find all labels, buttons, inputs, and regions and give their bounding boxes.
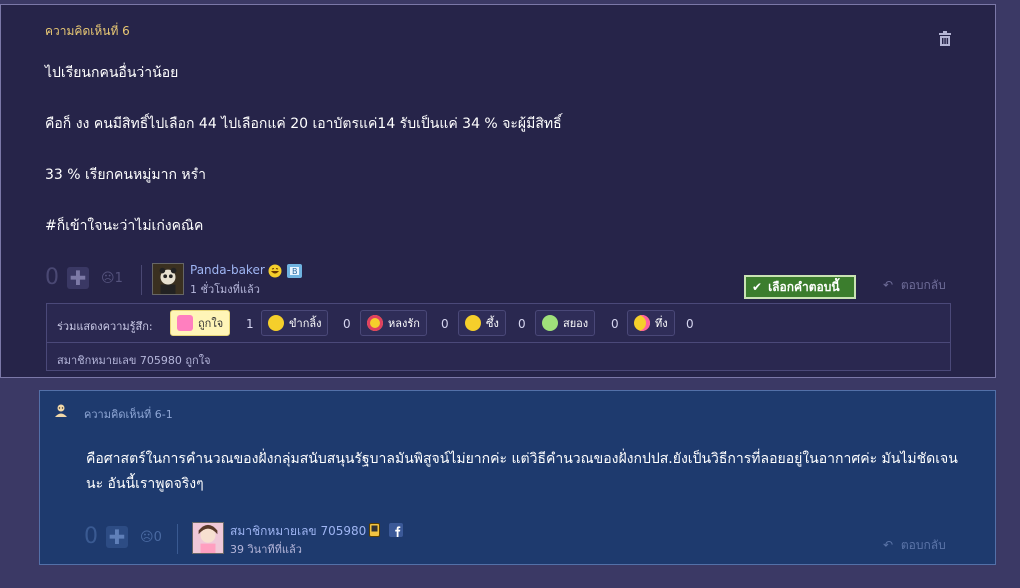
phone-badge-icon — [369, 523, 380, 537]
choose-answer-label: เลือกคำตอบนี้ — [768, 279, 840, 294]
comment-6-1: ความคิดเห็นที่ 6-1 คือศาสตร์ในการคำนวณขอ… — [39, 390, 996, 565]
feeling-count: 0 — [611, 317, 619, 331]
laugh-icon — [268, 315, 284, 331]
choose-answer-button[interactable]: ✔ เลือกคำตอบนี้ — [744, 275, 856, 299]
feeling-love-button[interactable]: หลงรัก — [360, 310, 427, 336]
feelings-box: ร่วมแสดงความรู้สึก: ถูกใจ 1 ขำกลิ้ง 0 หล… — [46, 303, 951, 371]
reply-label: ตอบกลับ — [900, 278, 946, 292]
username-link[interactable]: Panda-baker — [190, 263, 265, 277]
divider — [177, 524, 178, 554]
sad-face-icon: ☹ — [140, 530, 154, 545]
feeling-count: 0 — [441, 317, 449, 331]
trash-icon[interactable] — [938, 31, 952, 47]
laughing-emoji-icon — [268, 264, 282, 278]
feeling-count: 0 — [343, 317, 351, 331]
comment-line: 33 % เรียกคนหมู่มาก หรํา — [45, 167, 207, 183]
feeling-count: 0 — [686, 317, 694, 331]
vote-count: 0 — [84, 524, 98, 549]
vote-count: 0 — [45, 265, 59, 290]
feeling-wow-button[interactable]: ทึ่ง — [627, 310, 675, 336]
reply-button[interactable]: ↶ ตอบกลับ — [883, 276, 946, 295]
love-icon — [367, 315, 383, 331]
comment-body: ไปเรียนกคนอื่นว่าน้อย คือก็ งง คนมีสิทธิ… — [45, 62, 562, 266]
comment-6: ความคิดเห็นที่ 6 ไปเรียนกคนอื่นว่าน้อย ค… — [0, 4, 996, 378]
feeling-label: สยอง — [563, 317, 589, 330]
feelings-row: ร่วมแสดงความรู้สึก: ถูกใจ 1 ขำกลิ้ง 0 หล… — [47, 304, 950, 343]
feeling-label: ทึ่ง — [655, 317, 668, 330]
comment-title: ความคิดเห็นที่ 6-1 — [84, 408, 173, 421]
reply-arrow-icon: ↶ — [883, 278, 894, 292]
plus-vote-button[interactable]: ✚ — [106, 526, 128, 548]
plus-vote-button[interactable]: ✚ — [67, 267, 89, 289]
feelings-footer: สมาชิกหมายเลข 705980 ถูกใจ — [57, 354, 211, 367]
feeling-label: ถูกใจ — [198, 317, 224, 330]
comment-body: คือศาสตร์ในการคำนวณของฝั่งกลุ่มสนับสนุนร… — [86, 451, 958, 492]
feeling-laugh-button[interactable]: ขำกลิ้ง — [261, 310, 329, 336]
svg-text:B: B — [292, 267, 298, 276]
username-link[interactable]: สมาชิกหมายเลข 705980 — [230, 522, 366, 541]
touched-icon — [465, 315, 481, 331]
dislike-group[interactable]: ☹1 — [101, 271, 123, 286]
feeling-label: ขำกลิ้ง — [289, 317, 322, 330]
comment-title: ความคิดเห็นที่ 6 — [45, 24, 130, 38]
post-time: 39 วินาทีที่แล้ว — [230, 543, 302, 556]
feeling-scary-button[interactable]: สยอง — [535, 310, 596, 336]
member-icon — [55, 404, 67, 417]
feeling-count: 0 — [518, 317, 526, 331]
plus-icon: ✚ — [69, 266, 87, 290]
feeling-touched-button[interactable]: ซึ้ง — [458, 310, 506, 336]
feeling-count: 1 — [246, 317, 254, 331]
dislike-count: 0 — [153, 530, 162, 545]
avatar[interactable] — [152, 263, 184, 295]
feeling-like-button[interactable]: ถูกใจ — [170, 310, 231, 336]
dislike-count: 1 — [114, 271, 123, 286]
plus-icon: ✚ — [108, 525, 126, 549]
reply-label: ตอบกลับ — [900, 538, 946, 552]
dislike-group[interactable]: ☹0 — [140, 530, 162, 545]
comment-line: คือก็ งง คนมีสิทธิ์ไปเลือก 44 ไปเลือกแค่… — [45, 116, 562, 132]
sad-face-icon: ☹ — [101, 271, 115, 286]
check-icon: ✔ — [752, 280, 763, 294]
scary-icon — [542, 315, 558, 331]
feeling-label: หลงรัก — [388, 317, 420, 330]
feelings-label: ร่วมแสดงความรู้สึก: — [57, 320, 153, 333]
reply-button[interactable]: ↶ ตอบกลับ — [883, 536, 946, 555]
facebook-icon[interactable] — [389, 523, 403, 537]
reply-arrow-icon: ↶ — [883, 538, 894, 552]
wow-icon — [634, 315, 650, 331]
comment-line: ไปเรียนกคนอื่นว่าน้อย — [45, 65, 179, 81]
comment-line: #ก็เข้าใจนะว่าไม่เก่งคณิค — [45, 218, 204, 234]
heart-icon — [177, 315, 193, 331]
badge-icon: B — [287, 264, 302, 278]
divider — [141, 265, 142, 295]
avatar[interactable] — [192, 522, 224, 554]
post-time: 1 ชั่วโมงที่แล้ว — [190, 283, 260, 296]
feeling-label: ซึ้ง — [486, 317, 499, 330]
